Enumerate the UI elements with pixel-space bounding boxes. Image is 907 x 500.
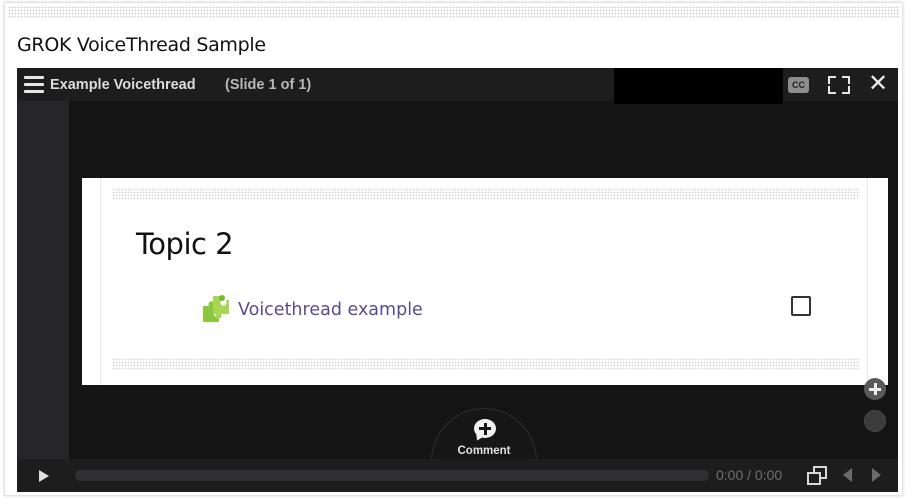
- slides-icon[interactable]: [807, 466, 829, 486]
- close-icon[interactable]: ✕: [868, 71, 888, 97]
- comment-label: Comment: [457, 445, 511, 457]
- next-icon[interactable]: [872, 468, 881, 482]
- zoom-out-icon[interactable]: [864, 410, 886, 432]
- voicethread-title: Example Voicethread: [50, 77, 196, 93]
- topic-heading: Topic 2: [136, 227, 234, 261]
- zoom-in-icon[interactable]: [864, 378, 886, 400]
- voicethread-player: Example Voicethread (Slide 1 of 1) CC ✕ …: [17, 68, 898, 492]
- cc-icon[interactable]: CC: [788, 77, 809, 93]
- redacted-area: [614, 68, 783, 104]
- slide-dotted-divider-top: [112, 188, 860, 200]
- prev-icon[interactable]: [843, 468, 852, 482]
- fullscreen-icon[interactable]: [828, 76, 850, 94]
- puzzle-icon: [203, 295, 229, 322]
- player-top-bar: Example Voicethread (Slide 1 of 1) CC ✕: [17, 68, 898, 104]
- top-dotted-divider: [8, 6, 900, 18]
- player-bottom-bar: 0:00 / 0:00: [17, 459, 898, 492]
- page-title: GROK VoiceThread Sample: [17, 34, 266, 56]
- slide-border-right: [867, 178, 868, 385]
- slide-border-left: [100, 178, 101, 385]
- menu-icon[interactable]: [24, 76, 44, 93]
- completion-checkbox[interactable]: [791, 296, 811, 316]
- time-display: 0:00 / 0:00: [716, 467, 783, 483]
- activity-link[interactable]: Voicethread example: [238, 300, 423, 320]
- slide-dotted-divider-bottom: [112, 358, 860, 370]
- slide-count: (Slide 1 of 1): [225, 77, 312, 93]
- slide-content: Topic 2 Voicethread example: [82, 178, 888, 385]
- play-icon[interactable]: [39, 470, 49, 482]
- left-sidebar: [17, 101, 69, 459]
- progress-bar[interactable]: [75, 470, 709, 481]
